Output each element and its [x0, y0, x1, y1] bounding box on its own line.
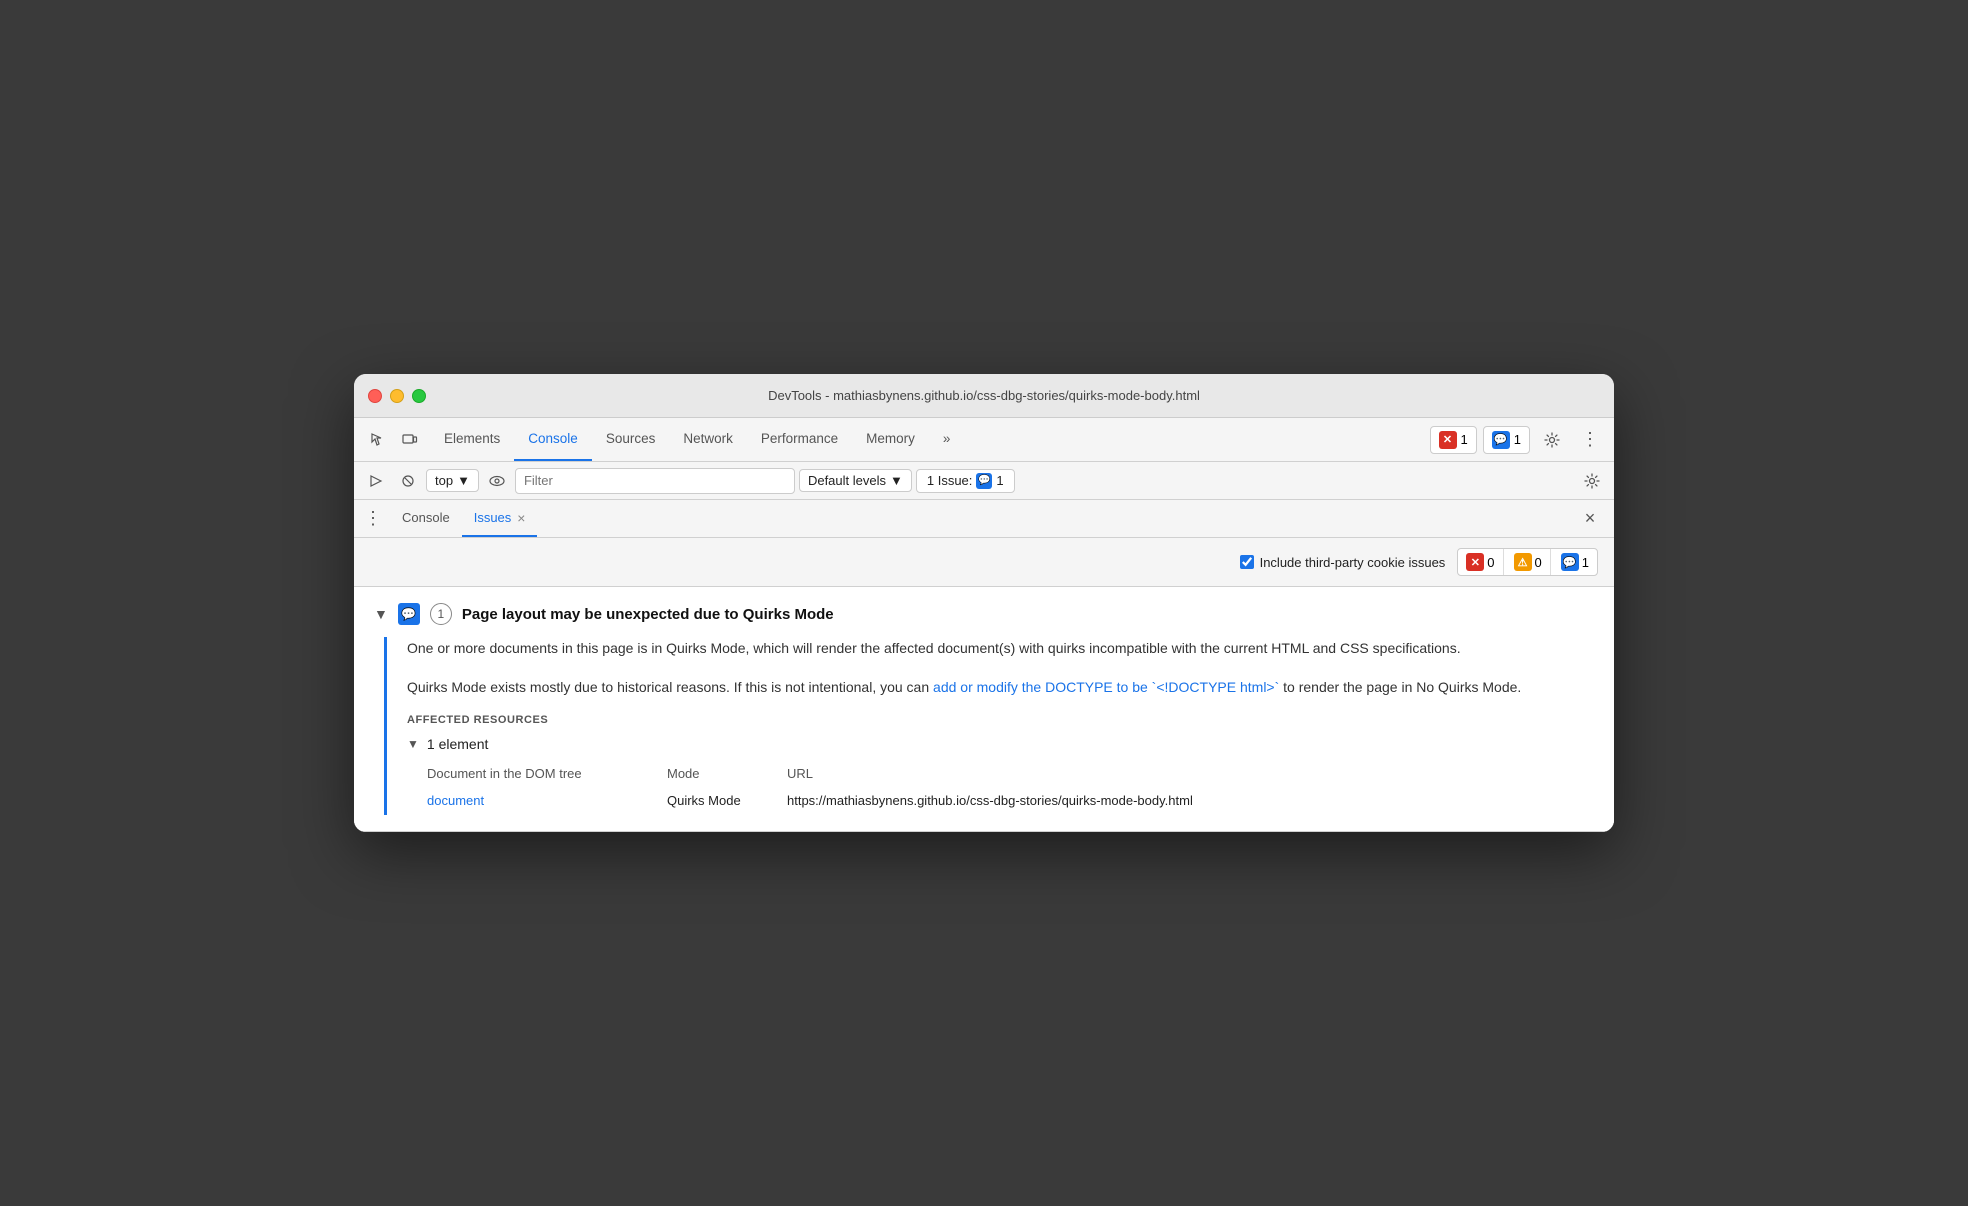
issue-badge-button[interactable]: 1 Issue: 💬 1	[916, 469, 1015, 493]
console-settings-button[interactable]	[1578, 467, 1606, 495]
header-col2: Mode	[667, 766, 787, 781]
tab-more[interactable]: »	[929, 418, 965, 461]
more-options-button[interactable]: ⋮	[1574, 424, 1606, 456]
clear-console-button[interactable]	[394, 467, 422, 495]
resource-table-header: Document in the DOM tree Mode URL	[427, 760, 1594, 787]
close-button[interactable]	[368, 389, 382, 403]
issues-panel: ⋮ Console Issues × × Include third-party…	[354, 500, 1614, 831]
table-cell-col3: https://mathiasbynens.github.io/css-dbg-…	[787, 791, 1594, 811]
issues-tab-bar: ⋮ Console Issues × ×	[354, 500, 1614, 538]
info-badge: 💬	[1561, 553, 1579, 571]
tab-memory[interactable]: Memory	[852, 418, 929, 461]
levels-dropdown[interactable]: Default levels ▼	[799, 469, 912, 492]
header-col3: URL	[787, 766, 1594, 781]
context-dropdown[interactable]: top ▼	[426, 469, 479, 492]
settings-button[interactable]	[1536, 424, 1568, 456]
header-col1: Document in the DOM tree	[427, 766, 667, 781]
issue-header-row: ▼ 💬 1 Page layout may be unexpected due …	[374, 603, 1594, 625]
error-icon: ✕	[1439, 431, 1457, 449]
issue-title: Page layout may be unexpected due to Qui…	[462, 606, 834, 623]
devtools-window: DevTools - mathiasbynens.github.io/css-d…	[354, 374, 1614, 831]
maximize-button[interactable]	[412, 389, 426, 403]
tab-elements[interactable]: Elements	[430, 418, 514, 461]
issues-filter-bar: Include third-party cookie issues ✕ 0 ⚠ …	[354, 538, 1614, 587]
info-count-item: 💬 1	[1553, 549, 1597, 575]
warning-badge: ⚠	[1514, 553, 1532, 571]
close-issues-tab[interactable]: ×	[517, 510, 525, 526]
issue-body: One or more documents in this page is in…	[384, 637, 1594, 814]
affected-resources: Affected Resources ▼ 1 element Document …	[407, 714, 1594, 815]
table-cell-col1: document	[427, 791, 667, 811]
tab-sources[interactable]: Sources	[592, 418, 670, 461]
close-panel-button[interactable]: ×	[1576, 505, 1604, 533]
tab-console-secondary[interactable]: Console	[390, 500, 462, 537]
error-count-item: ✕ 0	[1458, 549, 1503, 575]
document-link[interactable]: document	[427, 793, 484, 808]
execute-button[interactable]	[362, 467, 390, 495]
issue-count-badge: 💬	[976, 473, 992, 489]
eye-button[interactable]	[483, 467, 511, 495]
tab-issues[interactable]: Issues ×	[462, 500, 538, 537]
error-count-button[interactable]: ✕ 1	[1430, 426, 1477, 454]
third-party-checkbox-label[interactable]: Include third-party cookie issues	[1240, 555, 1446, 570]
element-row: ▼ 1 element	[407, 736, 1594, 752]
element-count-label: 1 element	[427, 736, 488, 752]
doctype-link[interactable]: add or modify the DOCTYPE to be `<!DOCTY…	[933, 679, 1279, 695]
devtools-toolbar: Elements Console Sources Network Perform…	[354, 418, 1614, 462]
tab-network[interactable]: Network	[669, 418, 747, 461]
minimize-button[interactable]	[390, 389, 404, 403]
resource-table: Document in the DOM tree Mode URL docume…	[427, 760, 1594, 815]
table-cell-col2: Quirks Mode	[667, 791, 787, 811]
third-party-checkbox[interactable]	[1240, 555, 1254, 569]
console-toolbar: top ▼ Default levels ▼ 1 Issue: 💬 1	[354, 462, 1614, 500]
element-expand-arrow[interactable]: ▼	[407, 737, 419, 751]
filter-input[interactable]	[515, 468, 795, 494]
three-dot-menu[interactable]: ⋮	[364, 508, 382, 529]
expand-arrow[interactable]: ▼	[374, 606, 388, 622]
issues-content: ▼ 💬 1 Page layout may be unexpected due …	[354, 587, 1614, 830]
error-badge: ✕	[1466, 553, 1484, 571]
toolbar-tabs: Elements Console Sources Network Perform…	[430, 418, 1430, 461]
issues-counts: ✕ 0 ⚠ 0 💬 1	[1457, 548, 1598, 576]
traffic-lights	[368, 389, 426, 403]
message-count-button[interactable]: 💬 1	[1483, 426, 1530, 454]
message-icon: 💬	[1492, 431, 1510, 449]
toolbar-right: ✕ 1 💬 1 ⋮	[1430, 424, 1606, 456]
issue-description-p1: One or more documents in this page is in…	[407, 637, 1594, 659]
issue-type-icon: 💬	[398, 603, 420, 625]
warning-count-item: ⚠ 0	[1506, 549, 1551, 575]
device-toolbar-button[interactable]	[394, 424, 426, 456]
tab-console[interactable]: Console	[514, 418, 592, 461]
table-row: document Quirks Mode https://mathiasbyne…	[427, 787, 1594, 815]
issue-description-p2: Quirks Mode exists mostly due to histori…	[407, 676, 1594, 698]
inspect-element-button[interactable]	[362, 424, 394, 456]
issue-count-circle: 1	[430, 603, 452, 625]
affected-label: Affected Resources	[407, 714, 1594, 726]
title-bar: DevTools - mathiasbynens.github.io/css-d…	[354, 374, 1614, 418]
window-title: DevTools - mathiasbynens.github.io/css-d…	[768, 388, 1200, 403]
tab-performance[interactable]: Performance	[747, 418, 852, 461]
